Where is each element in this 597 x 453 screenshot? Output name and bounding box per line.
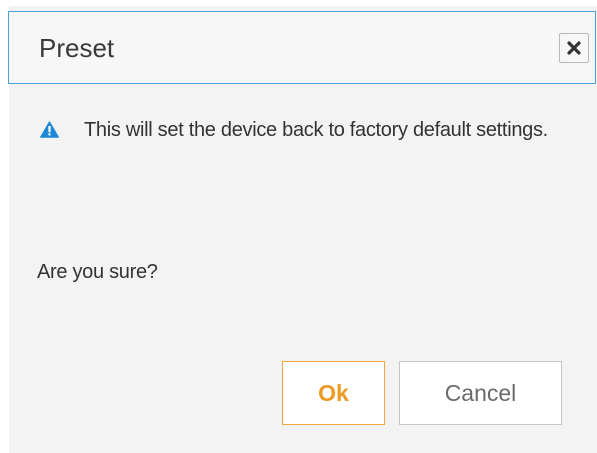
confirmation-question: Are you sure? xyxy=(37,261,158,283)
close-button[interactable] xyxy=(559,33,589,63)
dialog-title: Preset xyxy=(39,33,115,63)
warning-icon xyxy=(40,121,59,138)
cancel-button[interactable]: Cancel xyxy=(399,361,562,425)
close-icon xyxy=(567,41,581,55)
warning-message: This will set the device back to factory… xyxy=(84,119,548,141)
ok-button[interactable]: Ok xyxy=(282,361,385,425)
dialog-titlebar: Preset xyxy=(8,11,596,84)
